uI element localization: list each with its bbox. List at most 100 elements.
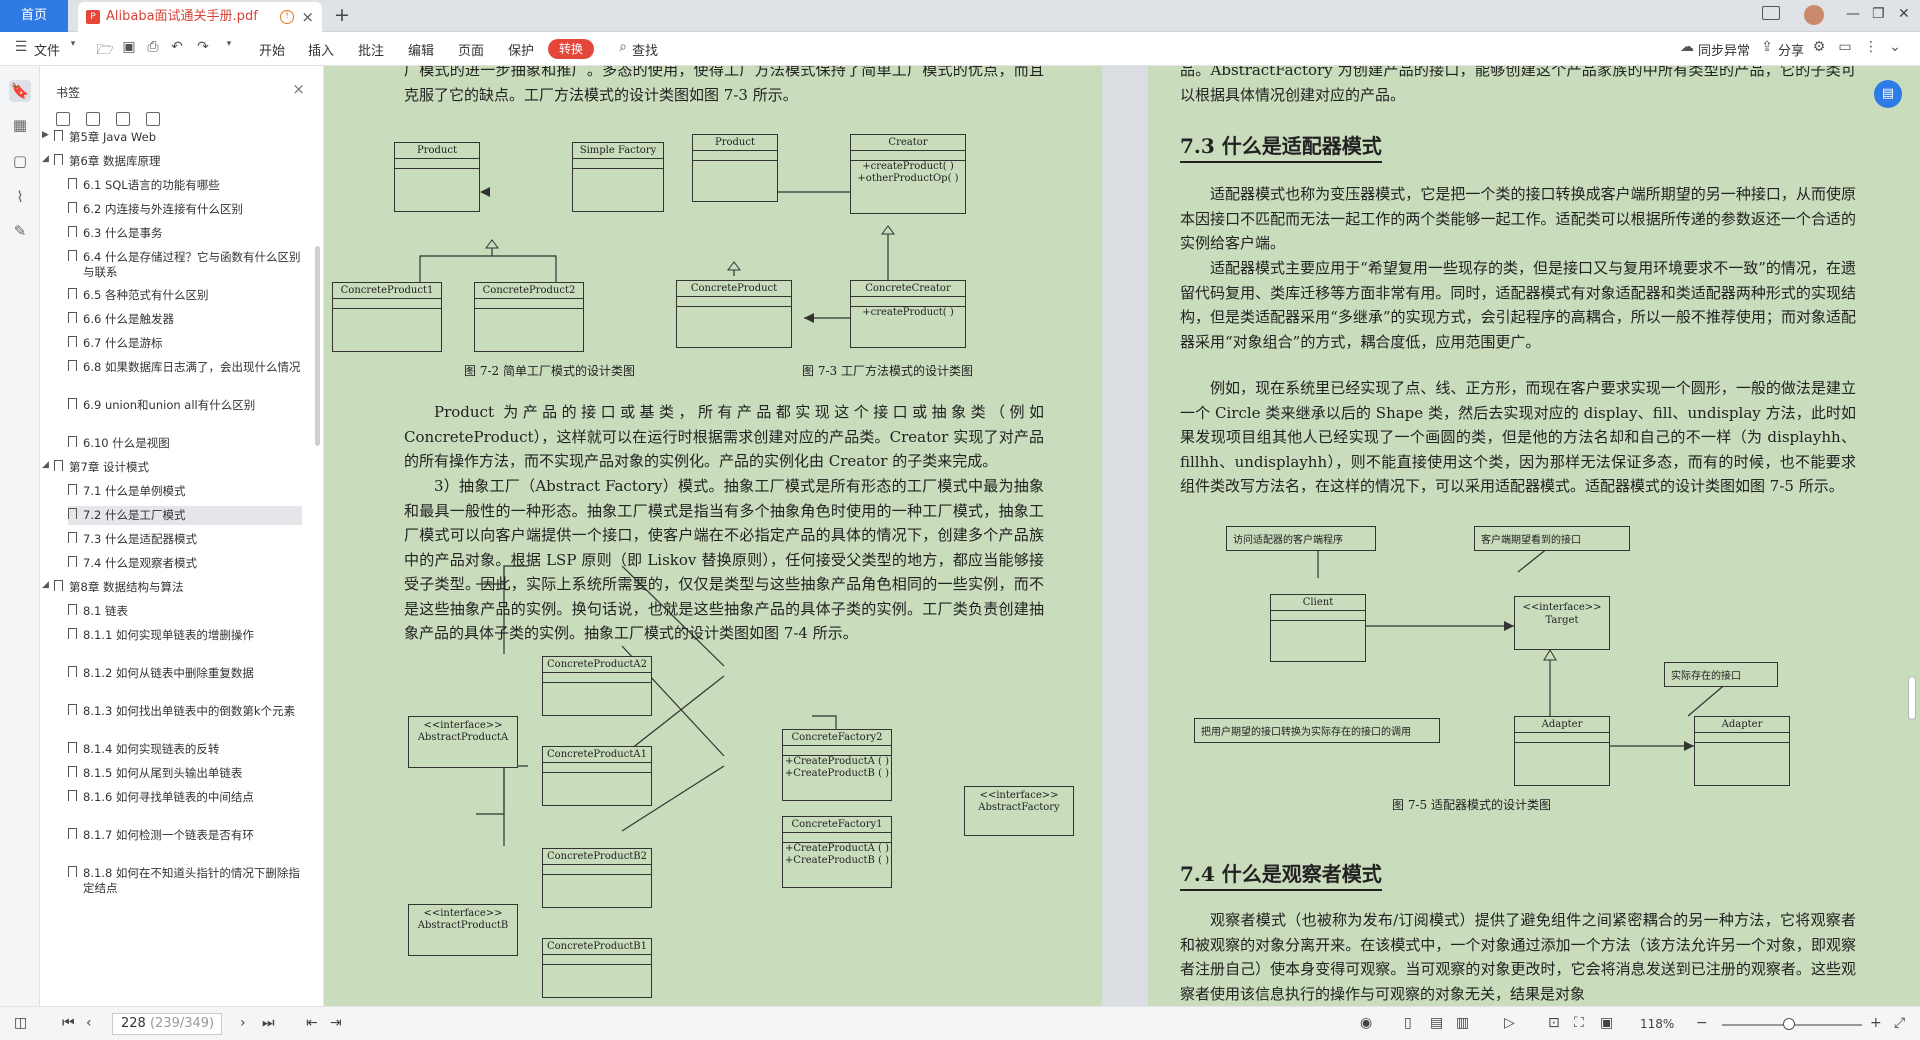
save-icon[interactable]: ▣ <box>120 39 138 57</box>
menu-annotate[interactable]: 批注 <box>358 40 384 59</box>
bookmark-item[interactable]: 8.1 链表 <box>68 602 302 621</box>
double-page-icon[interactable]: ▥ <box>1456 1015 1469 1031</box>
bookmark-item[interactable]: 6.6 什么是触发器 <box>68 310 302 329</box>
bookmark-item[interactable]: 8.1.2 如何从链表中删除重复数据 <box>68 664 302 683</box>
zoom-in-icon[interactable]: + <box>1870 1015 1882 1031</box>
bookmark-item[interactable]: 8.1.3 如何找出单链表中的倒数第k个元素 <box>68 702 302 721</box>
bookmark-chapter[interactable]: ◢ 第8章 数据结构与算法 <box>42 578 302 597</box>
bookmark-item[interactable]: 8.1.8 如何在不知道头指针的情况下删除指定结点 <box>68 864 302 898</box>
layout-icon[interactable] <box>1762 6 1780 20</box>
bookmark-item[interactable]: 6.1 SQL语言的功能有哪些 <box>68 176 302 195</box>
bookmark-item[interactable]: 8.1.6 如何寻找单链表的中间结点 <box>68 788 302 807</box>
sidebar-scrollbar[interactable] <box>315 246 320 446</box>
warning-icon[interactable]: ! <box>280 10 294 24</box>
close-icon[interactable]: × <box>292 80 305 98</box>
settings-icon[interactable]: ⚙ <box>1810 39 1828 57</box>
menu-page[interactable]: 页面 <box>458 40 484 59</box>
bookmark-item[interactable]: 6.3 什么是事务 <box>68 224 302 243</box>
more-icon[interactable]: ⋮ <box>1862 39 1880 57</box>
eye-protect-icon[interactable]: ◉ <box>1360 1015 1372 1031</box>
actual-size-icon[interactable]: ▣ <box>1600 1015 1613 1031</box>
bookmark-item[interactable]: 6.10 什么是视图 <box>68 434 302 453</box>
expand-arrow-icon[interactable]: ◢ <box>42 152 49 167</box>
fit-page-icon[interactable]: ⛶ <box>1574 1015 1584 1031</box>
expand-all-icon[interactable] <box>56 112 70 126</box>
menu-insert[interactable]: 插入 <box>308 40 334 59</box>
expand-arrow-icon[interactable]: ◢ <box>42 578 49 593</box>
expand-arrow-icon[interactable]: ◢ <box>42 458 49 473</box>
bookmark-item[interactable]: 6.7 什么是游标 <box>68 334 302 353</box>
first-page-icon[interactable]: ⏮ <box>62 1015 75 1031</box>
menu-icon[interactable]: ☰ <box>12 39 30 57</box>
menu-protect[interactable]: 保护 <box>508 40 534 59</box>
menu-edit[interactable]: 编辑 <box>408 40 434 59</box>
attachment-panel-icon[interactable]: ⌇ <box>9 186 31 208</box>
bookmark-item[interactable]: 8.1.7 如何检测一个链表是否有环 <box>68 826 302 845</box>
bookmark-item[interactable]: 6.5 各种范式有什么区别 <box>68 286 302 305</box>
thumbnail-panel-icon[interactable]: ▦ <box>9 114 31 136</box>
share-icon[interactable]: ⇪ <box>1758 39 1776 57</box>
single-page-icon[interactable]: ▯ <box>1404 1015 1412 1031</box>
bookmark-item[interactable]: 6.9 union和union all有什么区别 <box>68 396 302 415</box>
zoom-out-icon[interactable]: − <box>1696 1015 1708 1031</box>
avatar[interactable] <box>1804 5 1824 25</box>
open-folder-icon[interactable]: 🗁 <box>96 39 114 58</box>
bookmark-item[interactable]: 8.1.1 如何实现单链表的增删操作 <box>68 626 302 645</box>
bookmark-chapter[interactable]: ◢ 第6章 数据库原理 <box>42 152 302 171</box>
bookmark-item[interactable]: 7.2 什么是工厂模式 <box>68 506 302 525</box>
continuous-page-icon[interactable]: ▤ <box>1430 1015 1443 1031</box>
close-window-icon[interactable]: ✕ <box>1898 6 1910 22</box>
add-bookmark-icon[interactable] <box>116 112 130 126</box>
bookmark-item[interactable]: 6.2 内连接与外连接有什么区别 <box>68 200 302 219</box>
redo-icon[interactable]: ↷ <box>194 39 212 57</box>
cloud-sync-icon[interactable]: ☁ <box>1678 39 1696 57</box>
zoom-level[interactable]: 118% <box>1640 1017 1674 1031</box>
last-page-icon[interactable]: ⏭ <box>262 1015 275 1031</box>
bookmark-panel-icon[interactable]: 🔖 <box>9 80 31 102</box>
bookmark-item[interactable]: 7.1 什么是单例模式 <box>68 482 302 501</box>
undo-icon[interactable]: ↶ <box>168 39 186 57</box>
bookmark-chapter[interactable]: ▶ 第5章 Java Web <box>42 128 302 147</box>
document-scrollbar[interactable] <box>1908 676 1916 720</box>
floating-tool-icon[interactable]: ▤ <box>1874 80 1902 108</box>
fullscreen-icon[interactable]: ⤢ <box>1894 1015 1905 1031</box>
sidebar-toggle-icon[interactable]: ◫ <box>14 1015 27 1031</box>
tab-close-icon[interactable]: × <box>301 2 314 32</box>
menu-start[interactable]: 开始 <box>259 40 285 59</box>
new-tab-icon[interactable]: + <box>334 4 350 26</box>
prev-page-icon[interactable]: ‹ <box>86 1015 92 1031</box>
menu-file[interactable]: 文件 <box>34 40 60 59</box>
minimize-icon[interactable]: — <box>1846 6 1860 22</box>
bookmark-item[interactable]: 7.4 什么是观察者模式 <box>68 554 302 573</box>
collapse-all-icon[interactable] <box>86 112 100 126</box>
bookmark-item[interactable]: 6.4 什么是存储过程？它与函数有什么区别与联系 <box>68 248 302 282</box>
play-icon[interactable]: ▷ <box>1504 1015 1515 1031</box>
page-number-input[interactable]: 228 (239/349) <box>112 1013 222 1035</box>
signature-panel-icon[interactable]: ✎ <box>9 220 31 242</box>
sync-status[interactable]: 同步异常 <box>1698 40 1750 59</box>
comment-panel-icon[interactable]: ▢ <box>9 150 31 172</box>
fit-width-icon[interactable]: ⊡ <box>1548 1015 1560 1031</box>
more-dropdown-icon[interactable]: ▾ <box>220 39 238 57</box>
collapse-toolbar-icon[interactable]: ⌄ <box>1886 39 1904 57</box>
convert-button[interactable]: 转换 <box>548 39 594 59</box>
expand-arrow-icon[interactable]: ▶ <box>42 128 49 143</box>
bookmark-item[interactable]: 8.1.5 如何从尾到头输出单链表 <box>68 764 302 783</box>
next-page-icon[interactable]: › <box>240 1015 246 1031</box>
restore-icon[interactable]: ❐ <box>1872 6 1885 22</box>
bookmark-icon[interactable] <box>146 112 160 126</box>
find-button[interactable]: 查找 <box>632 40 658 59</box>
chevron-down-icon[interactable]: ▾ <box>64 39 82 57</box>
tab-document[interactable]: P Alibaba面试通关手册.pdf ! × <box>78 2 322 32</box>
go-forward-icon[interactable]: ⇥ <box>330 1015 342 1031</box>
tab-home[interactable]: 首页 <box>0 0 68 32</box>
bookmark-chapter[interactable]: ◢ 第7章 设计模式 <box>42 458 302 477</box>
comment-icon[interactable]: ▭ <box>1836 39 1854 57</box>
share-button[interactable]: 分享 <box>1778 40 1804 59</box>
bookmark-item[interactable]: 7.3 什么是适配器模式 <box>68 530 302 549</box>
search-icon[interactable]: ⌕ <box>614 39 632 57</box>
print-icon[interactable]: ⎙ <box>144 39 162 57</box>
bookmark-item[interactable]: 6.8 如果数据库日志满了，会出现什么情况 <box>68 358 302 377</box>
zoom-slider-handle[interactable] <box>1783 1018 1795 1030</box>
bookmark-item[interactable]: 8.1.4 如何实现链表的反转 <box>68 740 302 759</box>
